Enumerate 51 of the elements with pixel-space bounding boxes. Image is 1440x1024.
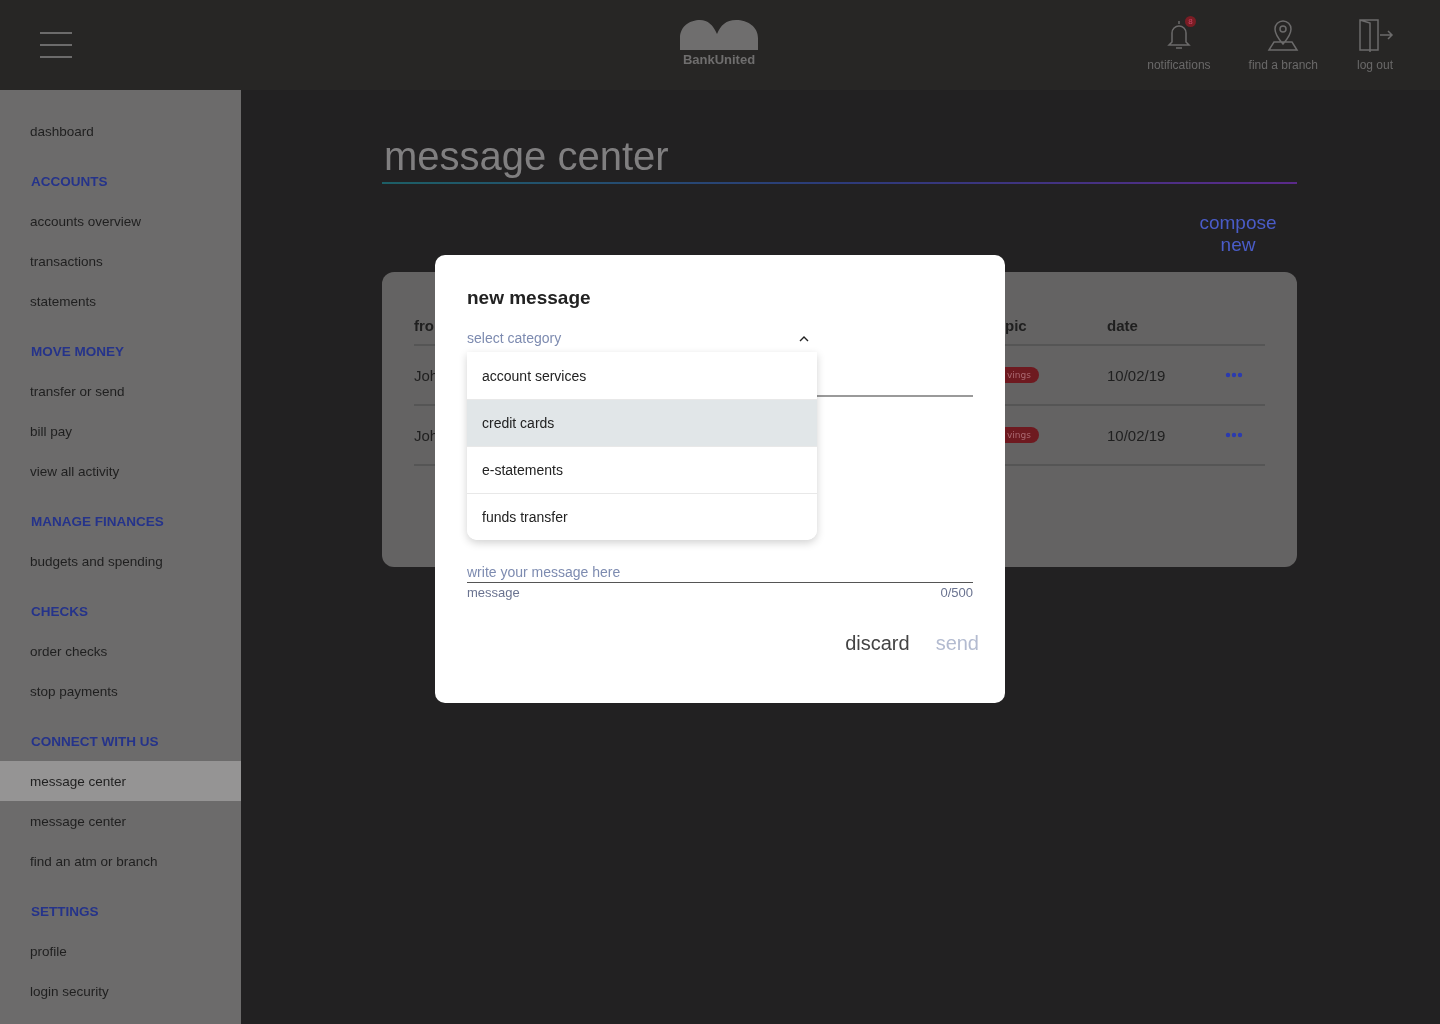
sidebar-item[interactable]: order checks (0, 631, 241, 671)
sidebar-item[interactable]: stop payments (0, 671, 241, 711)
sidebar-heading: MOVE MONEY (30, 342, 125, 361)
sidebar-heading: ACCOUNTS (30, 172, 109, 191)
column-header: fro (414, 316, 435, 334)
notifications-button[interactable]: 8 notifications (1147, 18, 1211, 72)
table-cell-text: 10/02/19 (1107, 366, 1167, 384)
topic-tag: vings (1005, 367, 1039, 383)
sidebar-item[interactable]: accounts overview (0, 201, 241, 241)
sidebar-item[interactable]: message center (0, 761, 241, 801)
notification-badge: 8 (1184, 16, 1196, 27)
dropdown-option[interactable]: credit cards (467, 399, 817, 446)
page-title: message center (383, 133, 670, 180)
topic-tag: vings (1005, 427, 1039, 443)
table-cell-text: 10/02/19 (1107, 426, 1167, 444)
more-icon[interactable] (1225, 432, 1243, 438)
sidebar-item[interactable]: bill pay (0, 411, 241, 451)
chevron-icon (799, 334, 809, 342)
message-field[interactable]: write your message here (467, 564, 973, 583)
dropdown-option[interactable]: funds transfer (467, 493, 817, 540)
sidebar-item[interactable]: profile (0, 931, 241, 971)
dropdown-option[interactable]: account services (467, 352, 817, 399)
exit-door-icon (1356, 18, 1394, 52)
sidebar-item[interactable]: login security (0, 971, 241, 1011)
dialog-title: new message (467, 287, 592, 309)
compose-link[interactable]: compose new (1193, 212, 1283, 256)
sidebar-item[interactable]: view all activity (0, 451, 241, 491)
sidebar-item[interactable]: transfer or send (0, 371, 241, 411)
column-header: date (1107, 316, 1139, 334)
sidebar-heading: MANAGE FINANCES (30, 512, 165, 531)
sidebar-item[interactable]: dashboard (0, 111, 241, 151)
character-counter: 0/500 (940, 585, 973, 600)
sidebar-heading: CHECKS (30, 602, 89, 621)
logout-button[interactable]: log out (1356, 18, 1394, 72)
sidebar-item[interactable]: statements (0, 281, 241, 321)
brand-name: BankUnited (682, 52, 756, 67)
logo-icon (680, 20, 758, 50)
menu-icon[interactable] (40, 32, 72, 58)
sidebar-item[interactable]: find an atm or branch (0, 841, 241, 881)
map-pin-icon (1266, 18, 1301, 52)
sidebar-heading: SETTINGS (30, 902, 100, 921)
sidebar-item[interactable]: message center (0, 801, 241, 841)
field-label: message (467, 585, 520, 600)
dropdown-option[interactable]: e-statements (467, 446, 817, 493)
sidebar-heading: CONNECT WITH US (30, 732, 160, 751)
column-header: pic (1005, 316, 1028, 334)
sidebar-item[interactable]: transactions (0, 241, 241, 281)
discard-button[interactable]: discard (845, 632, 910, 655)
more-icon[interactable] (1225, 372, 1243, 378)
sidebar-item[interactable]: budgets and spending (0, 541, 241, 581)
find-branch-button[interactable]: find a branch (1248, 18, 1318, 72)
